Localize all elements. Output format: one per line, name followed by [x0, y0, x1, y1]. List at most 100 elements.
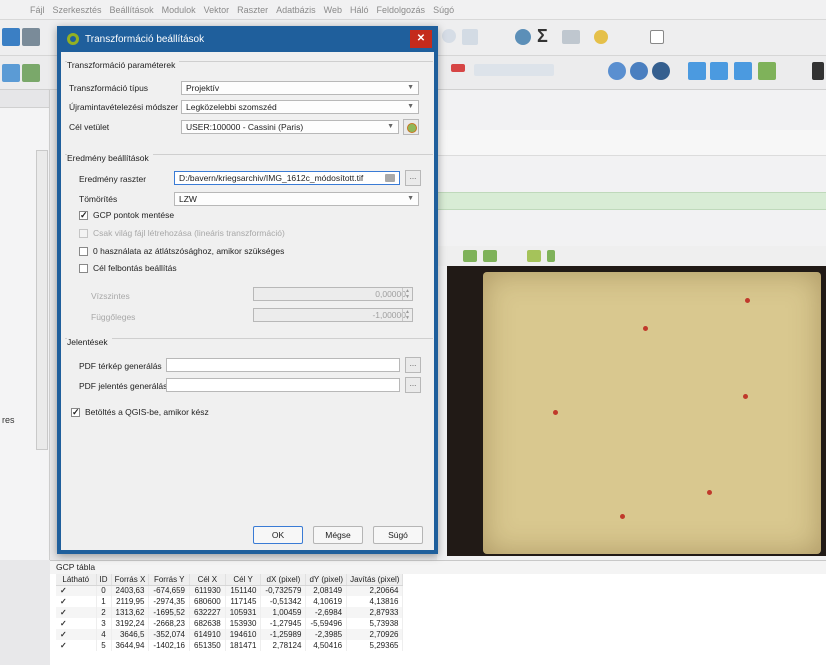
menu-plugins[interactable]: Modulok	[162, 5, 196, 15]
pdf-map-browse-button[interactable]: ...	[405, 357, 421, 373]
cell-id: 4	[96, 629, 112, 640]
table-row[interactable]: ✓ 5 3644,94 -1402,16 651350 181471 2,781…	[56, 640, 404, 651]
kml-icon[interactable]	[688, 62, 706, 80]
cell-id: 0	[96, 585, 112, 596]
layer-icon[interactable]	[2, 28, 20, 46]
col-visible[interactable]: Látható	[56, 574, 97, 586]
cell-dest-x: 611930	[189, 585, 226, 596]
cell-id: 5	[96, 640, 112, 651]
gcp-point-marker[interactable]	[643, 326, 648, 331]
table-row[interactable]: ✓ 1 2119,95 -2974,35 680600 117145 -0,51…	[56, 596, 404, 607]
col-dx[interactable]: dX (pixel)	[260, 574, 307, 586]
menu-edit[interactable]: Szerkesztés	[53, 5, 102, 15]
visible-checkbox[interactable]: ✓	[56, 640, 97, 651]
output-group-title: Eredmény beállítások	[67, 153, 153, 163]
compression-select[interactable]: LZW ▼	[174, 192, 419, 206]
menu-raster[interactable]: Raszter	[237, 5, 268, 15]
globe-icon[interactable]	[608, 62, 626, 80]
kmz-icon[interactable]	[710, 62, 728, 80]
pdf-report-browse-button[interactable]: ...	[405, 377, 421, 393]
world-file-checkbox[interactable]: Csak világ fájl létrehozása (lineáris tr…	[79, 228, 285, 238]
georeferencer-strip	[437, 130, 826, 156]
table-row[interactable]: ✓ 0 2403,63 -674,659 611930 151140 -0,73…	[56, 585, 404, 596]
gcp-point-marker[interactable]	[707, 490, 712, 495]
digitize-icon[interactable]	[2, 64, 20, 82]
globe-icon-2[interactable]	[630, 62, 648, 80]
col-dest-y[interactable]: Cél Y	[225, 574, 262, 586]
measure-icon[interactable]	[562, 30, 580, 44]
spin-icon[interactable]: ▲ ▼	[402, 288, 412, 300]
checkbox-icon	[79, 246, 88, 256]
gcp-point-marker[interactable]	[745, 298, 750, 303]
vertical-resolution-input[interactable]: -1,00000 ▲ ▼	[253, 308, 413, 322]
gcp-point-marker[interactable]	[553, 410, 558, 415]
resampling-label: Újramintavételezési módszer	[69, 102, 179, 112]
visible-checkbox[interactable]: ✓	[56, 629, 97, 640]
tools-icon[interactable]	[22, 28, 40, 46]
pdf-report-input[interactable]	[166, 378, 400, 392]
red-marker-icon[interactable]	[451, 64, 465, 72]
table-row[interactable]: ✓ 3 3192,24 -2668,23 682638 153930 -1,27…	[56, 618, 404, 629]
col-id[interactable]: ID	[96, 574, 112, 586]
layers-scrollbar[interactable]	[36, 150, 48, 450]
table-row[interactable]: ✓ 2 1313,62 -1695,52 632227 105931 1,004…	[56, 607, 404, 618]
target-crs-select[interactable]: USER:100000 - Cassini (Paris) ▼	[181, 120, 399, 134]
landscape-icon[interactable]	[758, 62, 776, 80]
col-residual[interactable]: Javítás (pixel)	[346, 574, 404, 586]
set-resolution-checkbox[interactable]: Cél felbontás beállítás	[79, 263, 177, 273]
col-dest-x[interactable]: Cél X	[189, 574, 226, 586]
horizontal-resolution-input[interactable]: 0,00000 ▲ ▼	[253, 287, 413, 301]
statistics-icon[interactable]: Σ	[537, 26, 548, 47]
menu-settings[interactable]: Beállítások	[110, 5, 154, 15]
menu-vector[interactable]: Vektor	[204, 5, 230, 15]
text-icon[interactable]	[650, 30, 664, 44]
visible-checkbox[interactable]: ✓	[56, 618, 97, 629]
gear-icon[interactable]	[515, 29, 531, 45]
use-zero-checkbox[interactable]: 0 használata az átlátszósághoz, amikor s…	[79, 246, 284, 256]
pdf-map-input[interactable]	[166, 358, 400, 372]
cancel-button[interactable]: Mégse	[313, 526, 363, 544]
col-source-x[interactable]: Forrás X	[111, 574, 150, 586]
globe-icon-3[interactable]	[652, 62, 670, 80]
menu-mesh[interactable]: Háló	[350, 5, 369, 15]
gcp-point-marker[interactable]	[620, 514, 625, 519]
menu-file[interactable]: Fájl	[30, 5, 45, 15]
move-point-icon[interactable]	[527, 250, 541, 262]
spin-icon[interactable]: ▲ ▼	[402, 309, 412, 321]
menu-help[interactable]: Súgó	[433, 5, 454, 15]
load-in-qgis-checkbox[interactable]: Betöltés a QGIS-be, amikor kész	[71, 407, 209, 417]
col-dy[interactable]: dY (pixel)	[305, 574, 348, 586]
zoom-icon[interactable]	[442, 29, 456, 43]
histogram-icon[interactable]	[547, 250, 555, 262]
visible-checkbox[interactable]: ✓	[56, 585, 97, 596]
close-button[interactable]: ✕	[410, 30, 432, 48]
menu-processing[interactable]: Feldolgozás	[377, 5, 426, 15]
save-gcp-checkbox[interactable]: GCP pontok mentése	[79, 210, 174, 220]
chevron-down-icon: ▼	[407, 195, 414, 202]
delete-point-icon[interactable]	[483, 250, 497, 262]
checkbox-icon	[79, 228, 88, 238]
transform-type-select[interactable]: Projektív ▼	[181, 81, 419, 95]
annotation-icon[interactable]	[594, 30, 608, 44]
table-row[interactable]: ✓ 4 3646,5 -352,074 614910 194610 -1,259…	[56, 629, 404, 640]
resampling-select[interactable]: Legközelebbi szomszéd ▼	[181, 100, 419, 114]
output-raster-browse-button[interactable]: ...	[405, 170, 421, 186]
map-icon[interactable]	[22, 64, 40, 82]
output-raster-input[interactable]: D:/bavern/kriegsarchiv/IMG_1612c_módosít…	[174, 171, 400, 185]
add-point-icon[interactable]	[463, 250, 477, 262]
visible-checkbox[interactable]: ✓	[56, 596, 97, 607]
menu-database[interactable]: Adatbázis	[276, 5, 316, 15]
dark-icon[interactable]	[812, 62, 824, 80]
clear-icon[interactable]	[385, 174, 395, 182]
crs-selector-button[interactable]	[403, 119, 419, 135]
menu-web[interactable]: Web	[324, 5, 342, 15]
align-icon[interactable]	[474, 64, 554, 76]
gcp-point-marker[interactable]	[743, 394, 748, 399]
table-icon[interactable]	[462, 29, 478, 45]
help-button[interactable]: Súgó	[373, 526, 423, 544]
dialog-title-bar[interactable]: Transzformáció beállítások ✕	[57, 26, 438, 52]
html-icon[interactable]	[734, 62, 752, 80]
col-source-y[interactable]: Forrás Y	[148, 574, 191, 586]
ok-button[interactable]: OK	[253, 526, 303, 544]
visible-checkbox[interactable]: ✓	[56, 607, 97, 618]
